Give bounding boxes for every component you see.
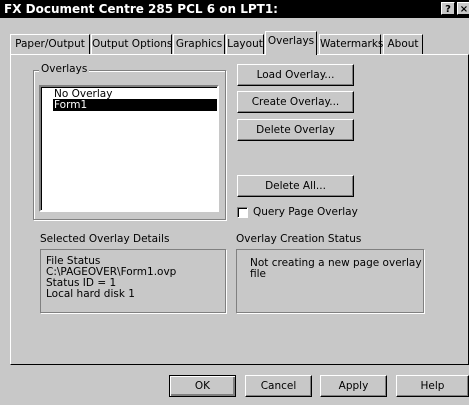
load-overlay-button[interactable]: Load Overlay... bbox=[237, 64, 354, 86]
overlays-group-label: Overlays bbox=[39, 63, 90, 75]
overlays-list[interactable]: No Overlay Form1 bbox=[39, 85, 219, 212]
tab-overlays[interactable]: Overlays bbox=[265, 31, 317, 55]
creation-status-box: Not creating a new page overlay file bbox=[236, 249, 424, 313]
list-item-form1[interactable]: Form1 bbox=[53, 99, 217, 111]
creation-status-label: Overlay Creation Status bbox=[236, 233, 362, 245]
tab-watermarks[interactable]: Watermarks bbox=[319, 34, 383, 54]
selected-details-text: File Status C:\PAGEOVER\Form1.ovp Status… bbox=[46, 255, 177, 300]
tab-paper-output[interactable]: Paper/Output bbox=[10, 34, 90, 54]
printer-properties-dialog: FX Document Centre 285 PCL 6 on LPT1: ? … bbox=[0, 0, 469, 405]
delete-overlay-button[interactable]: Delete Overlay bbox=[237, 119, 354, 141]
title-bar[interactable]: FX Document Centre 285 PCL 6 on LPT1: ? … bbox=[0, 0, 469, 18]
selected-details-box: File Status C:\PAGEOVER\Form1.ovp Status… bbox=[40, 249, 226, 313]
query-page-overlay-label[interactable]: Query Page Overlay bbox=[253, 206, 358, 218]
query-page-overlay-checkbox[interactable] bbox=[237, 207, 248, 218]
tab-about[interactable]: About bbox=[383, 34, 423, 54]
create-overlay-button[interactable]: Create Overlay... bbox=[237, 91, 354, 113]
tab-graphics[interactable]: Graphics bbox=[173, 34, 225, 54]
window-title: FX Document Centre 285 PCL 6 on LPT1: bbox=[4, 2, 278, 16]
ok-button[interactable]: OK bbox=[169, 375, 236, 397]
tab-layout[interactable]: Layout bbox=[226, 34, 264, 54]
apply-button[interactable]: Apply bbox=[320, 375, 387, 397]
close-title-button[interactable]: × bbox=[457, 2, 469, 15]
delete-all-button[interactable]: Delete All... bbox=[237, 175, 354, 197]
help-title-button[interactable]: ? bbox=[441, 2, 455, 15]
help-button[interactable]: Help bbox=[396, 375, 469, 397]
creation-status-text: Not creating a new page overlay file bbox=[250, 257, 422, 280]
tab-output-options[interactable]: Output Options bbox=[91, 34, 172, 54]
cancel-button[interactable]: Cancel bbox=[245, 375, 312, 397]
selected-details-label: Selected Overlay Details bbox=[40, 233, 170, 245]
